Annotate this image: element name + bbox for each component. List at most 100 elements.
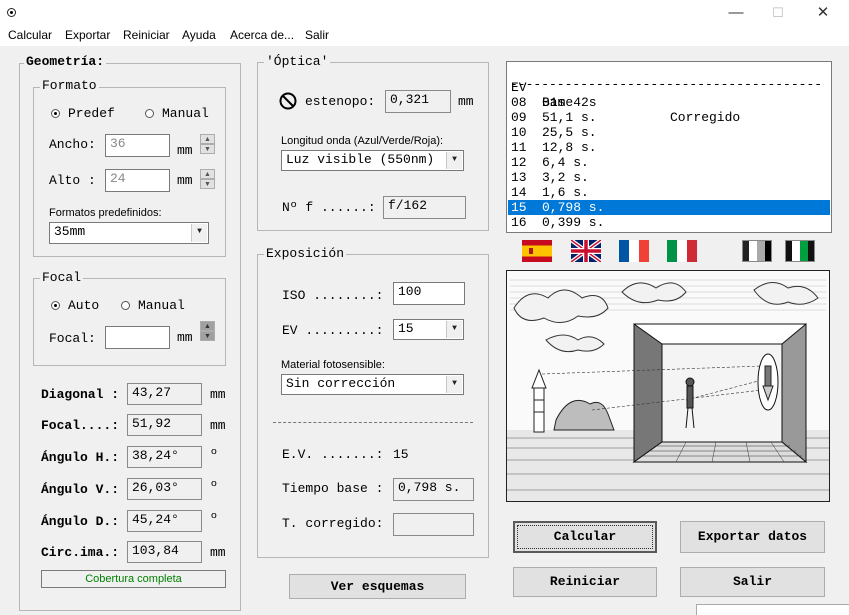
results-list[interactable]: EV Base Corregido ----------------------… — [506, 61, 832, 233]
optica-title: 'Óptica' — [264, 54, 331, 69]
angulo-d-label: Ángulo D.: — [41, 514, 120, 529]
list-item-base: 51,1 s. — [542, 110, 597, 125]
list-item[interactable]: 09 51,1 s. — [508, 110, 830, 125]
radio-manual-focal-label: Manual — [138, 298, 185, 313]
chevron-down-icon: ▼ — [446, 152, 462, 169]
list-item[interactable]: 12 6,4 s. — [508, 155, 830, 170]
reiniciar-button[interactable]: Reiniciar — [513, 567, 657, 597]
radio-predef-label: Predef — [68, 106, 115, 121]
salir-button[interactable]: Salir — [680, 567, 825, 597]
maximize-button[interactable]: ☐ — [768, 4, 788, 22]
list-separator: ---------------------------------------- — [510, 77, 823, 92]
estenopo-unit: mm — [458, 94, 474, 109]
bw-mode-button[interactable] — [740, 237, 774, 265]
circ-ima-label: Circ.ima.: — [41, 545, 120, 560]
diagonal-unit: mm — [210, 387, 226, 402]
list-item-base: 25,5 s. — [542, 125, 597, 140]
material-value: Sin corrección — [286, 376, 396, 391]
close-button[interactable]: ✕ — [813, 4, 833, 22]
list-item[interactable]: 16 0,399 s. — [508, 215, 830, 230]
angulo-v-value: 26,03° — [127, 478, 202, 500]
list-item-ev: 13 — [511, 170, 527, 185]
radio-manual-focal[interactable] — [121, 301, 130, 310]
france-flag-button[interactable] — [617, 237, 651, 265]
ev-result-label: E.V. .......: — [282, 447, 384, 462]
radio-auto[interactable] — [51, 301, 60, 310]
spain-flag-button[interactable] — [520, 237, 554, 265]
ev-select[interactable]: 15 ▼ — [393, 319, 464, 340]
focal-spinner[interactable]: ▲ ▼ — [200, 321, 215, 341]
angulo-h-label: Ángulo H.: — [41, 450, 120, 465]
list-item-base: 0,399 s. — [542, 215, 605, 230]
menu-calcular[interactable]: Calcular — [8, 28, 52, 42]
list-item[interactable]: 15 0,798 s. — [508, 200, 830, 215]
list-item-ev: 14 — [511, 185, 527, 200]
minimize-button[interactable]: — — [726, 4, 746, 22]
chevron-down-icon: ▼ — [191, 224, 207, 242]
list-item[interactable]: 08 01m 42s — [508, 95, 830, 110]
diagonal-label: Diagonal : — [41, 387, 120, 402]
menu-acerca[interactable]: Acerca de... — [230, 28, 294, 42]
ver-esquemas-button[interactable]: Ver esquemas — [289, 574, 466, 599]
list-item[interactable]: 10 25,5 s. — [508, 125, 830, 140]
italy-flag-button[interactable] — [665, 237, 699, 265]
green-mode-button[interactable] — [783, 237, 817, 265]
formato-title: Formato — [40, 78, 99, 93]
list-item-ev: 12 — [511, 155, 527, 170]
list-item-base: 12,8 s. — [542, 140, 597, 155]
ancho-spinner[interactable]: ▲ ▼ — [200, 134, 215, 154]
list-item-base: 0,798 s. — [542, 200, 605, 215]
spain-flag-icon — [522, 240, 552, 262]
material-select[interactable]: Sin corrección ▼ — [281, 374, 464, 395]
ancho-input[interactable]: 36 — [105, 134, 170, 157]
alto-input[interactable]: 24 — [105, 169, 170, 192]
ev-label: EV .........: — [282, 323, 384, 338]
corregido-label: T. corregido: — [282, 516, 384, 531]
angulo-h-unit: º — [210, 447, 218, 462]
list-item[interactable]: 11 12,8 s. — [508, 140, 830, 155]
longitud-select[interactable]: Luz visible (550nm) ▼ — [281, 150, 464, 171]
list-item-ev: 08 — [511, 95, 527, 110]
longitud-value: Luz visible (550nm) — [286, 152, 435, 167]
menu-salir[interactable]: Salir — [305, 28, 329, 42]
exposicion-title: Exposición — [264, 246, 347, 261]
corregido-value — [393, 513, 474, 536]
ev-result-value: 15 — [393, 447, 409, 462]
green-mode-icon — [785, 240, 815, 262]
title-bar: — ☐ ✕ — [0, 0, 849, 26]
iso-input[interactable]: 100 — [393, 282, 465, 305]
list-item-base: 6,4 s. — [542, 155, 589, 170]
iso-label: ISO ........: — [282, 288, 384, 303]
focal-input[interactable] — [105, 326, 170, 349]
menu-exportar[interactable]: Exportar — [65, 28, 110, 42]
nf-value: f/162 — [383, 196, 466, 219]
angulo-v-label: Ángulo V.: — [41, 482, 120, 497]
formatos-value: 35mm — [54, 224, 86, 239]
formatos-select[interactable]: 35mm ▼ — [49, 222, 209, 244]
ancho-unit: mm — [177, 143, 193, 158]
calcular-button[interactable]: Calcular — [513, 521, 657, 553]
nf-label: Nº f ......: — [282, 200, 376, 215]
list-item[interactable]: 14 1,6 s. — [508, 185, 830, 200]
radio-predef[interactable] — [51, 109, 60, 118]
chevron-down-icon: ▼ — [446, 321, 462, 338]
menu-ayuda[interactable]: Ayuda — [182, 28, 216, 42]
france-flag-icon — [619, 240, 649, 262]
alto-unit: mm — [177, 173, 193, 188]
status-bar — [696, 604, 849, 615]
list-item-base: 3,2 s. — [542, 170, 589, 185]
menu-reiniciar[interactable]: Reiniciar — [123, 28, 170, 42]
list-item[interactable]: 13 3,2 s. — [508, 170, 830, 185]
app-icon[interactable] — [7, 8, 16, 17]
list-item-ev: 11 — [511, 140, 527, 155]
estenopo-label: estenopo: — [305, 94, 376, 109]
exportar-datos-button[interactable]: Exportar datos — [680, 521, 825, 553]
list-item-ev: 09 — [511, 110, 527, 125]
list-item-ev: 10 — [511, 125, 527, 140]
uk-flag-button[interactable] — [569, 237, 603, 265]
focal-group — [33, 278, 226, 366]
list-item-base: 01m 42s — [542, 95, 597, 110]
alto-spinner[interactable]: ▲ ▼ — [200, 169, 215, 189]
radio-manual-formato[interactable] — [145, 109, 154, 118]
longitud-label: Longitud onda (Azul/Verde/Roja): — [281, 135, 444, 147]
